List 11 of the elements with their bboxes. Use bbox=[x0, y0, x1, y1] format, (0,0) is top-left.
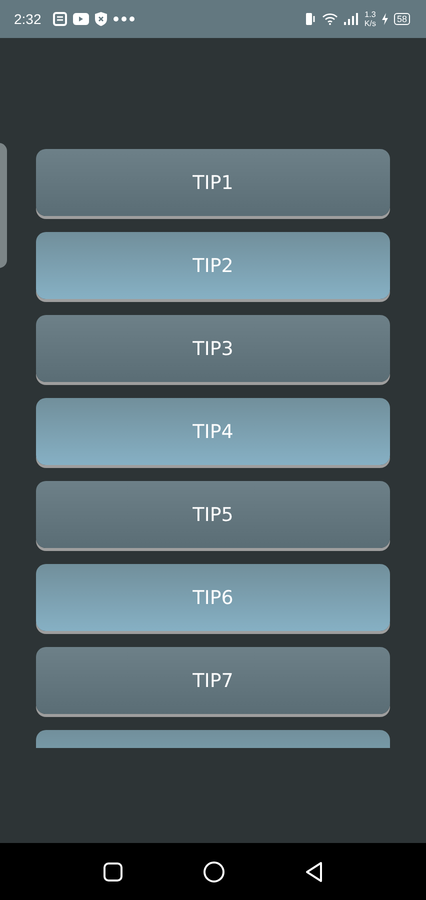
speed-value: 1.3 bbox=[364, 10, 376, 19]
tip-button[interactable]: TIP5 bbox=[36, 481, 390, 548]
tip-button[interactable]: TIP2 bbox=[36, 232, 390, 299]
tip-button[interactable]: TIP3 bbox=[36, 315, 390, 382]
speed-unit: K/s bbox=[364, 19, 376, 28]
battery-level: 58 bbox=[394, 13, 410, 25]
tip-button[interactable]: TIP6 bbox=[36, 564, 390, 631]
tip-button[interactable]: TIP7 bbox=[36, 647, 390, 714]
clock-time: 2:32 bbox=[14, 11, 42, 27]
tip-button[interactable]: TIP1 bbox=[36, 149, 390, 216]
tip-button[interactable]: TIP4 bbox=[36, 398, 390, 465]
